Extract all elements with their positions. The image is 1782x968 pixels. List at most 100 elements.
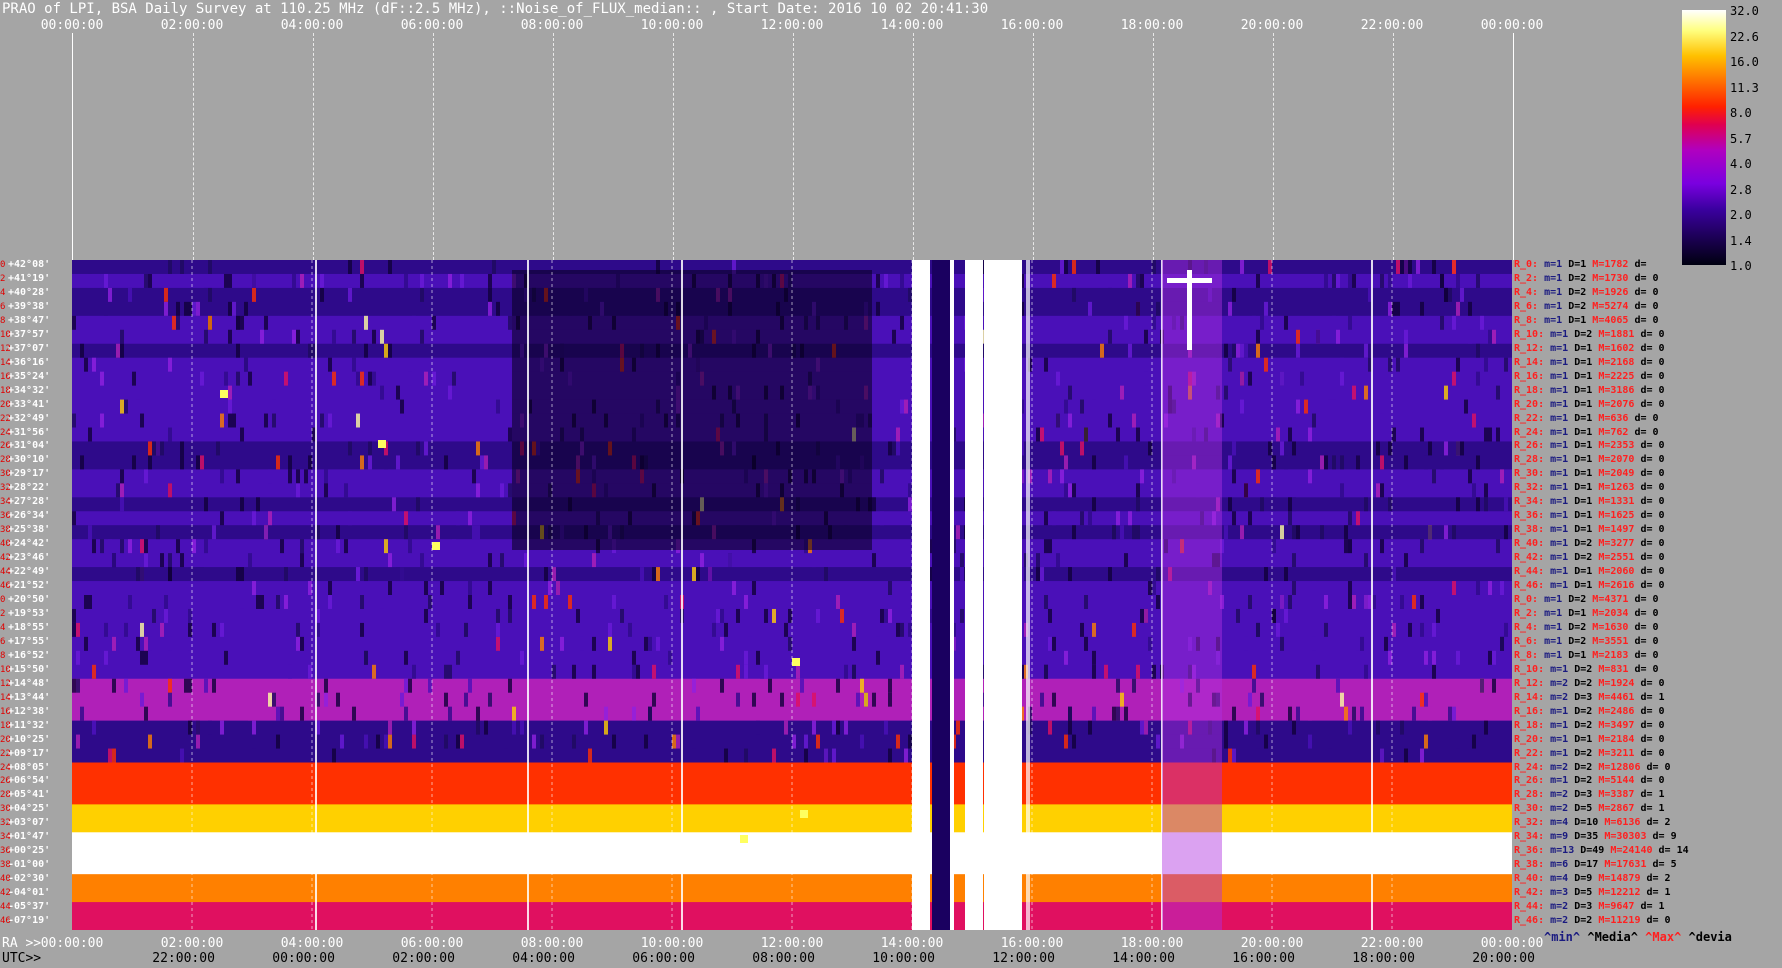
spectrogram-cell [436, 399, 440, 414]
declination-value: +37°57' [8, 328, 51, 340]
spectrogram-cell [400, 567, 404, 582]
spectrogram-cell [108, 287, 112, 302]
spectrogram-cell [336, 525, 340, 540]
spectrogram-cell [220, 511, 224, 526]
spectrogram-cell [1432, 650, 1436, 665]
spectrogram-cell [1256, 720, 1260, 735]
declination-value: +06°54' [8, 775, 51, 787]
spectrogram-cell [1292, 581, 1296, 595]
spectrogram-cell [780, 692, 784, 707]
stats-field: D=1 [1568, 524, 1593, 536]
spectrogram-cell [1292, 441, 1296, 456]
stats-field: R_28: [1514, 789, 1545, 801]
declination-value: +19°53' [8, 607, 51, 619]
row-index: 42 [0, 553, 11, 564]
spectrogram-cell [1092, 650, 1096, 665]
spectrogram-cell [112, 553, 116, 568]
spectrogram-cell [272, 748, 276, 763]
spectrogram-cell [892, 441, 896, 456]
stats-field: d= 0 [1634, 370, 1665, 382]
spectrogram-cell [1276, 427, 1280, 442]
spectrogram-cell [200, 455, 204, 470]
spectrogram-cell [332, 748, 336, 763]
spectrogram-cell [1296, 343, 1300, 358]
declination-label: 36+26°34' [0, 511, 72, 522]
spectrogram-cell [300, 539, 304, 554]
spectrogram-cell [1348, 273, 1352, 288]
spectrogram-cell [800, 678, 804, 693]
spectrogram-cell [1388, 441, 1392, 456]
declination-value: +09°17' [8, 747, 51, 759]
ra-tick-label: 08:00:00 [520, 936, 584, 951]
ra-tick-label: 22:00:00 [1360, 936, 1424, 951]
spectrogram-cell [744, 595, 748, 609]
spectrogram-cell [512, 706, 516, 721]
spectrogram-cell [1048, 608, 1052, 623]
spectrogram-cell [80, 455, 84, 470]
spectrogram-cell [1044, 511, 1048, 526]
spectrogram-cell [1064, 260, 1068, 274]
stats-field: R_10: [1514, 328, 1545, 340]
top-tick-label: 10:00:00 [640, 18, 704, 33]
stats-field: d= 2 [1640, 873, 1671, 885]
spectrogram-cell [1492, 329, 1496, 344]
spectrogram-cell [340, 734, 344, 749]
spectrogram-cell [288, 455, 292, 470]
spectrogram-cell [196, 567, 200, 582]
stats-field: R_44: [1514, 566, 1545, 578]
declination-value: +17°55' [8, 635, 51, 647]
utc-tick-label: 08:00:00 [752, 951, 815, 966]
spectrogram-cell [116, 343, 120, 358]
spectrogram-cell [1280, 636, 1284, 651]
spectrogram-cell [1236, 343, 1240, 358]
spectrogram-cell [612, 595, 616, 609]
stats-field: M=2168 [1592, 356, 1635, 368]
spectrogram-cell [324, 483, 328, 498]
spectrogram-cell [264, 315, 268, 330]
row-index: 2 [0, 273, 6, 284]
spectrogram-cell [892, 329, 896, 344]
spectrogram-cell [636, 664, 640, 679]
spectrogram-cell [1112, 706, 1116, 721]
spectrogram-cell [388, 260, 392, 274]
spectrogram-cell [1404, 748, 1408, 763]
stats-legend: ^min^ ^Media^ ^Max^ ^devia [1544, 930, 1732, 944]
declination-value: +31°56' [8, 426, 51, 438]
spectrogram-cell [1136, 525, 1140, 540]
utc-tick-label: 12:00:00 [992, 951, 1055, 966]
spectrogram-cell [456, 734, 460, 749]
spectrogram-cell [1380, 539, 1384, 554]
spectrogram-cell [308, 455, 312, 470]
spectrogram-cell [1468, 329, 1472, 344]
spectrogram-cell [836, 720, 840, 735]
spectrogram-cell [1500, 581, 1504, 595]
spectrogram-cell [836, 595, 840, 609]
spectrogram-cell [884, 608, 888, 623]
spectrogram-cell [208, 720, 212, 735]
spectrogram-cell [1084, 427, 1088, 442]
spectrogram-cell [1484, 483, 1488, 498]
stats-field: d= 0 [1634, 342, 1665, 354]
stats-field: m=1 [1544, 468, 1569, 480]
stats-field: D=2 [1568, 775, 1593, 787]
spectrogram-cell [188, 720, 192, 735]
spectrogram-cell [1380, 455, 1384, 470]
stats-row: R_36: m=1 D=1 M=1625 d= 0 [1514, 511, 1665, 521]
spectrogram-plot[interactable] [72, 260, 1512, 930]
spectrogram-cell [1112, 525, 1116, 540]
spectrogram-cell [932, 260, 950, 930]
spectrogram-cell [120, 497, 124, 512]
row-index: 40 [0, 539, 11, 550]
stats-field: D=2 [1562, 286, 1587, 298]
spectrogram-cell [196, 301, 200, 316]
spectrogram-cell [240, 567, 244, 582]
spectrogram-cell [1308, 706, 1312, 721]
stats-field: R_6: [1514, 300, 1539, 312]
spectrogram-cell [384, 343, 388, 358]
stats-field: d= 0 [1634, 384, 1665, 396]
spectrogram-cell [860, 734, 864, 749]
spectrogram-cell [908, 497, 912, 512]
spectrogram-cell [188, 301, 192, 316]
stats-row: R_12: m=1 D=1 M=1602 d= 0 [1514, 342, 1665, 354]
ra-tick-label: 12:00:00 [760, 936, 824, 951]
